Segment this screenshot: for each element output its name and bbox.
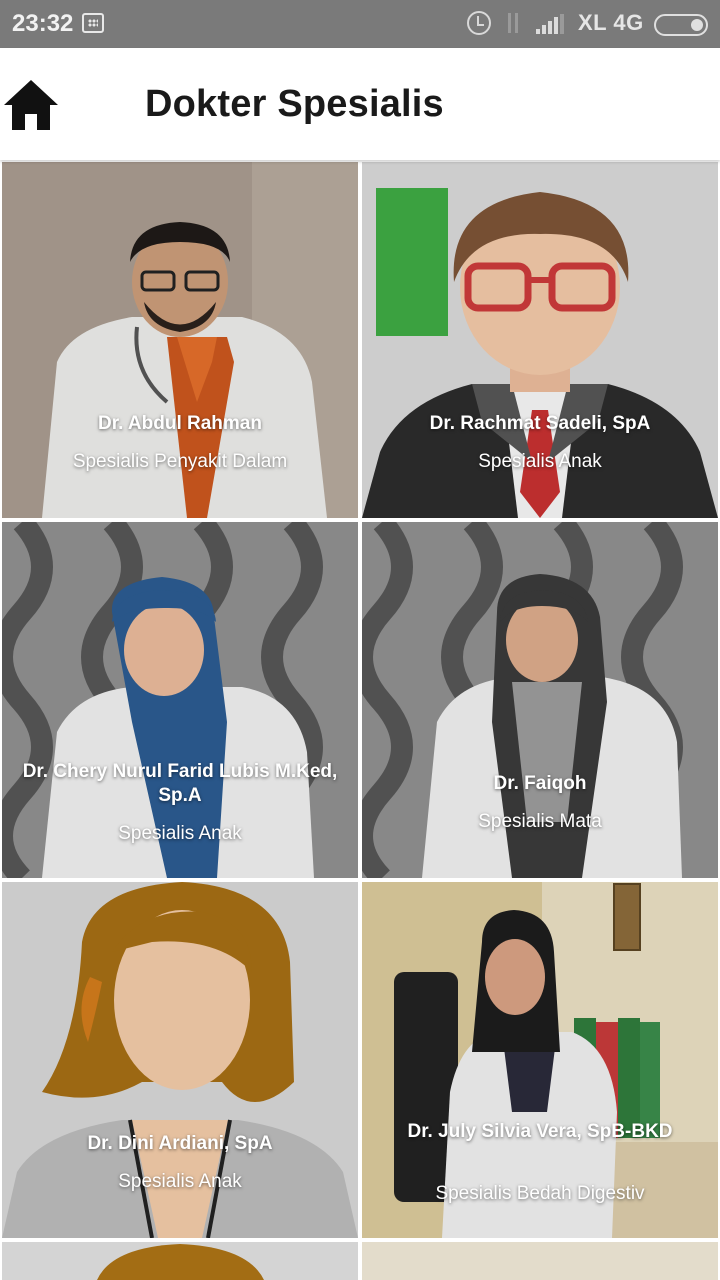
doctor-card[interactable] <box>362 1242 718 1280</box>
doctor-photo <box>362 1242 718 1280</box>
carrier-label: XL 4G <box>578 10 644 35</box>
doctor-name: Dr. Faiqoh <box>493 773 587 794</box>
battery-icon <box>654 14 708 36</box>
doctor-name: Dr. Abdul Rahman <box>98 413 262 434</box>
doctor-specialty: Spesialis Anak <box>478 451 602 472</box>
doctor-name: Dr. Dini Ardiani, SpA <box>87 1133 273 1154</box>
doctor-specialty: Spesialis Anak <box>118 823 242 844</box>
home-icon <box>4 80 58 130</box>
doctor-photo <box>2 1242 358 1280</box>
data-transfer-icon <box>503 11 523 35</box>
doctor-specialty: Spesialis Mata <box>478 811 602 832</box>
doctor-grid: Dr. Abdul Rahman Spesialis Penyakit Dala… <box>0 160 720 1280</box>
signal-icon <box>536 14 566 34</box>
doctor-card[interactable]: Dr. July Silvia Vera, SpB-BKD Spesialis … <box>362 882 718 1238</box>
doctor-card[interactable]: Dr. Dini Ardiani, SpA Spesialis Anak <box>2 882 358 1238</box>
doctor-specialty: Spesialis Bedah Digestiv <box>435 1183 645 1204</box>
doctor-name: Dr. Rachmat Sadeli, SpA <box>429 413 651 434</box>
home-button[interactable] <box>2 78 60 132</box>
doctor-name: Dr. Chery Nurul Farid Lubis M.Ked, Sp.A <box>22 761 338 806</box>
doctor-name: Dr. July Silvia Vera, SpB-BKD <box>407 1121 673 1142</box>
status-bar: 23:32 XL 4G <box>0 0 720 48</box>
doctor-card[interactable]: Dr. Abdul Rahman Spesialis Penyakit Dala… <box>2 162 358 518</box>
doctor-specialty: Spesialis Anak <box>118 1171 242 1192</box>
status-time: 23:32 <box>12 10 74 37</box>
doctor-specialty: Spesialis Penyakit Dalam <box>72 451 288 472</box>
doctor-card[interactable]: Dr. Rachmat Sadeli, SpA Spesialis Anak <box>362 162 718 518</box>
alarm-icon <box>467 11 491 35</box>
doctor-card[interactable] <box>2 1242 358 1280</box>
app-bar: Dokter Spesialis <box>0 48 720 160</box>
bbm-notification-icon <box>82 13 104 33</box>
doctor-card[interactable]: Dr. Faiqoh Spesialis Mata <box>362 522 718 878</box>
doctor-card[interactable]: Dr. Chery Nurul Farid Lubis M.Ked, Sp.A … <box>2 522 358 878</box>
page-title: Dokter Spesialis <box>145 83 444 125</box>
